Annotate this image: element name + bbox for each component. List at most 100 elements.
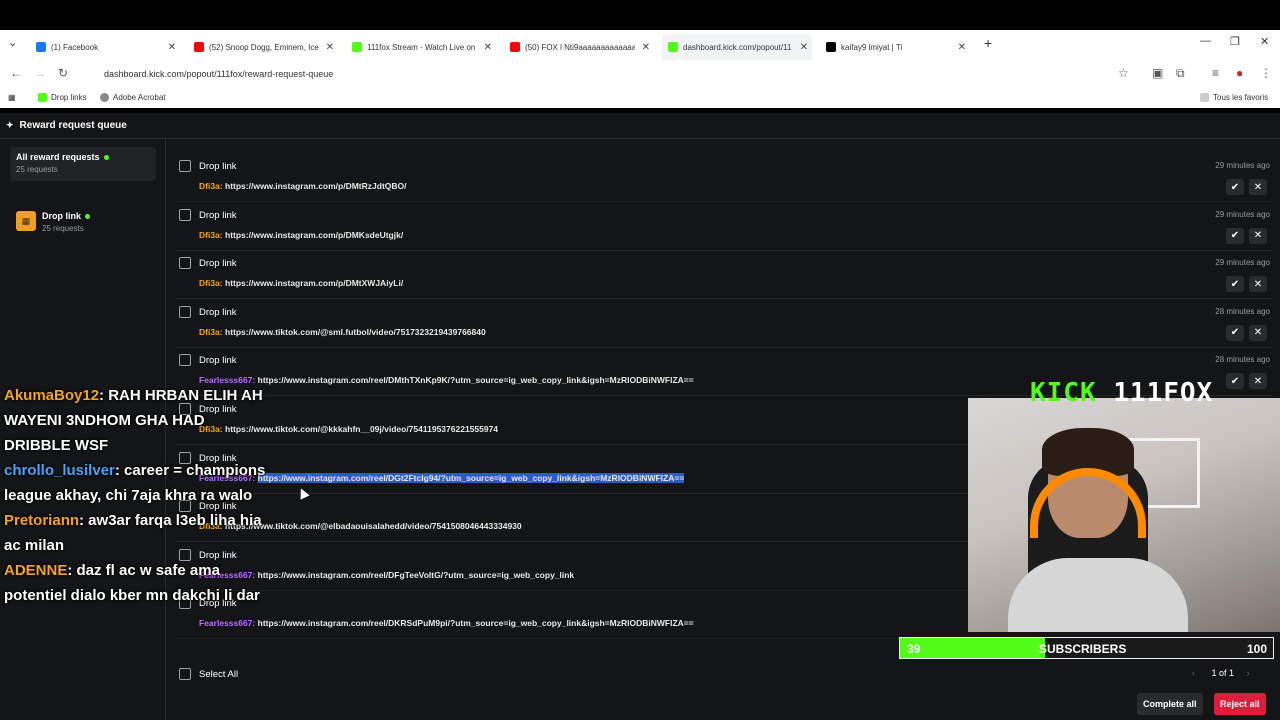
close-tab-icon[interactable]: ✕	[168, 42, 176, 53]
reject-button[interactable]: ✕	[1249, 324, 1267, 341]
reload-icon[interactable]: ↻	[58, 66, 68, 80]
browser-tab[interactable]: (50) FOX l Nti9aaaaaaaaaaaaaa ✕	[504, 34, 654, 60]
close-tab-icon[interactable]: ✕	[958, 42, 966, 53]
maximize-icon[interactable]: ❐	[1230, 35, 1240, 48]
browser-tab[interactable]: (52) Snoop Dogg, Eminem, Ice ✕	[188, 34, 338, 60]
sidebar-item-count: 25 requests	[16, 165, 58, 174]
new-tab-icon[interactable]: +	[984, 35, 992, 51]
close-tab-icon[interactable]: ✕	[484, 42, 492, 53]
sidebar-item-all-requests[interactable]: All reward requests 25 requests	[10, 147, 156, 181]
tab-title: dashboard.kick.com/popout/11	[683, 42, 792, 52]
browser-tab[interactable]: 111fox Stream - Watch Live on ✕	[346, 34, 496, 60]
close-window-icon[interactable]: ✕	[1260, 35, 1269, 48]
profile-icon[interactable]: ●	[1236, 66, 1243, 80]
request-checkbox[interactable]	[179, 257, 191, 270]
reject-button[interactable]: ✕	[1249, 276, 1267, 293]
approve-button[interactable]: ✔	[1226, 179, 1244, 195]
approve-button[interactable]: ✔	[1226, 324, 1244, 341]
request-time: 28 minutes ago	[1215, 355, 1270, 365]
chat-message: chrollo_lusilver: career = champions lea…	[4, 458, 274, 508]
request-user[interactable]: Fearlesss667:	[199, 618, 255, 628]
request-user[interactable]: Dfi3a:	[199, 181, 223, 191]
request-line: Dfi3a: https://www.instagram.com/p/DMKsd…	[199, 230, 403, 240]
request-link[interactable]: https://www.instagram.com/p/DMtRzJdtQBO/	[225, 181, 407, 191]
tab-search-icon[interactable]: ⌄	[8, 36, 17, 49]
request-row: Drop link Dfi3a: https://www.tiktok.com/@…	[176, 300, 1272, 348]
stream-chat-overlay: AkumaBoy12: RAH HRBAN ELIH AH WAYENI 3ND…	[4, 383, 274, 608]
reject-button[interactable]: ✕	[1249, 373, 1267, 390]
streamer-body	[1008, 558, 1188, 632]
complete-all-button[interactable]: Complete all	[1137, 693, 1203, 715]
subscriber-progress-fill	[900, 638, 1046, 658]
sidebar-item-drop-link[interactable]: ▦ Drop link 25 requests	[16, 211, 91, 233]
reject-button[interactable]: ✕	[1249, 179, 1267, 195]
page-title: Reward request queue	[19, 120, 127, 131]
tab-title: (52) Snoop Dogg, Eminem, Ice	[209, 42, 319, 52]
request-link[interactable]: https://www.instagram.com/p/DMtXWJAiyLi/	[225, 278, 403, 288]
request-label: Drop link	[199, 355, 237, 367]
queue-footer: Select All ‹ 1 of 1 › Complete all Rejec…	[166, 660, 1280, 720]
acrobat-icon	[100, 93, 109, 102]
app-header: ✦ Reward request queue	[0, 113, 1280, 139]
approve-button[interactable]: ✔	[1226, 276, 1244, 293]
media-icon[interactable]: ≡	[1212, 66, 1219, 80]
close-tab-icon[interactable]: ✕	[800, 42, 808, 53]
live-dot	[85, 214, 91, 220]
browser-tab[interactable]: dashboard.kick.com/popout/11 ✕	[662, 34, 812, 60]
close-tab-icon[interactable]: ✕	[326, 42, 334, 53]
approve-button[interactable]: ✔	[1226, 373, 1244, 390]
request-user[interactable]: Dfi3a:	[199, 278, 223, 288]
request-checkbox[interactable]	[179, 160, 191, 172]
apps-icon[interactable]: ▦	[8, 93, 16, 102]
request-link[interactable]: https://www.tiktok.com/@sml.futbol/video…	[225, 327, 486, 337]
kick-111fox-logo: KICK 111FOX	[1030, 378, 1213, 408]
request-row: Drop link Dfi3a: https://www.instagram.co…	[176, 154, 1272, 202]
next-page-icon[interactable]: ›	[1247, 668, 1250, 678]
close-tab-icon[interactable]: ✕	[642, 42, 650, 53]
address-bar[interactable]: dashboard.kick.com/popout/111fox/reward-…	[80, 64, 1140, 84]
browser-tab[interactable]: (1) Facebook ✕	[30, 34, 180, 60]
select-all-label: Select All	[199, 668, 239, 680]
request-checkbox[interactable]	[179, 305, 191, 318]
request-link[interactable]: https://www.instagram.com/reel/DKRSdPuM9…	[258, 618, 694, 628]
channel-logo-text: 111FOX	[1113, 378, 1214, 408]
request-link[interactable]: https://www.instagram.com/p/DMKsdeUtgjk/	[225, 230, 403, 240]
request-link[interactable]: https://www.instagram.com/reel/DFgTeeVoI…	[258, 570, 575, 580]
bookmark-star-icon[interactable]: ☆	[1118, 66, 1129, 80]
approve-button[interactable]: ✔	[1226, 227, 1244, 244]
bookmark-label: Tous les favoris	[1213, 93, 1269, 102]
kick-icon	[38, 93, 47, 102]
bookmark-label: Adobe Acrobat	[113, 93, 166, 102]
bookmark-adobe[interactable]: Adobe Acrobat	[100, 93, 165, 102]
request-user[interactable]: Dfi3a:	[199, 230, 223, 240]
select-all[interactable]: Select All	[179, 668, 238, 680]
back-icon[interactable]: ←	[10, 66, 22, 80]
all-bookmarks[interactable]: Tous les favoris	[1200, 93, 1268, 102]
request-checkbox[interactable]	[179, 354, 191, 367]
forward-icon[interactable]: →	[34, 66, 46, 80]
request-link[interactable]: https://www.instagram.com/reel/DGt2FtcIg…	[257, 472, 685, 483]
menu-icon[interactable]: ⋮	[1260, 66, 1272, 80]
select-all-checkbox[interactable]	[179, 668, 191, 680]
bookmark-drop-links[interactable]: Drop links	[38, 93, 87, 102]
request-user[interactable]: Dfi3a:	[199, 327, 223, 337]
request-label: Drop link	[199, 258, 237, 270]
request-link[interactable]: https://www.instagram.com/reel/DMthTXnKp…	[258, 375, 694, 385]
sidebar-item-label: Drop link	[42, 211, 82, 221]
extension-icon[interactable]: ▣	[1152, 66, 1163, 80]
reject-all-button[interactable]: Reject all	[1214, 693, 1266, 715]
prev-page-icon[interactable]: ‹	[1192, 668, 1195, 678]
puzzle-icon[interactable]: ⧉	[1176, 66, 1185, 81]
favicon-icon	[352, 42, 362, 52]
request-time: 28 minutes ago	[1215, 306, 1270, 316]
bookmarks-bar: ▦ Drop links Adobe Acrobat Tous les favo…	[0, 88, 1280, 108]
folder-icon	[1200, 93, 1209, 102]
request-checkbox[interactable]	[179, 208, 191, 221]
request-line: Dfi3a: https://www.instagram.com/p/DMtRz…	[199, 181, 407, 191]
window-top-bar	[0, 0, 1280, 30]
reject-button[interactable]: ✕	[1249, 227, 1267, 244]
browser-tab[interactable]: kaifay9 lmiyat | Ti ✕	[820, 34, 970, 60]
chat-username: AkumaBoy12	[4, 387, 100, 404]
address-toolbar: ← → ↻ dashboard.kick.com/popout/111fox/r…	[0, 60, 1280, 88]
minimize-icon[interactable]: —	[1200, 35, 1211, 47]
